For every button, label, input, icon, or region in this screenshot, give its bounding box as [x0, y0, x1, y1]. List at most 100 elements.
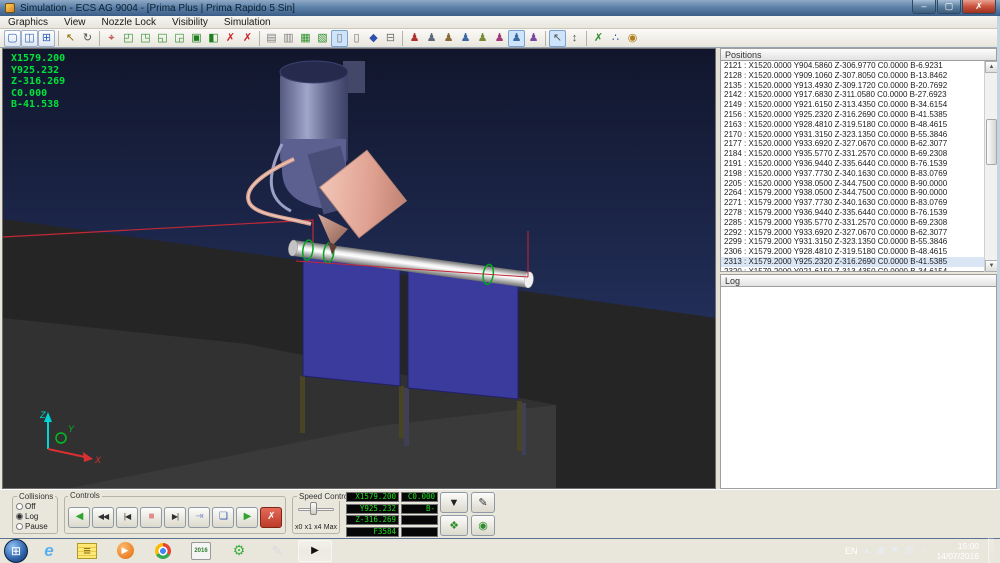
fast-rewind-button[interactable]: ◀◀: [92, 507, 114, 528]
pick-move-icon[interactable]: ↕: [566, 30, 583, 47]
abort-button[interactable]: ✗: [260, 507, 282, 528]
show-stock-icon[interactable]: ▧: [314, 30, 331, 47]
move-part-button[interactable]: ❖: [440, 515, 468, 536]
view-iso-icon[interactable]: ◧: [205, 30, 222, 47]
position-row[interactable]: 2320 : X1579.2000 Y921.6150 Z-313.4350 C…: [721, 267, 996, 272]
view-left-icon[interactable]: ◱: [154, 30, 171, 47]
machine-pose-config-icon[interactable]: ♟: [525, 30, 542, 47]
position-row[interactable]: 2299 : X1579.2000 Y931.3150 Z-323.1350 C…: [721, 237, 996, 247]
toolbar-separator[interactable]: [99, 31, 100, 46]
position-row[interactable]: 2285 : X1579.2000 Y935.5770 Z-331.2570 C…: [721, 218, 996, 228]
show-desktop-button[interactable]: [988, 538, 994, 563]
measure-icon[interactable]: ✗: [590, 30, 607, 47]
show-part-icon[interactable]: ▦: [297, 30, 314, 47]
collisions-log-radio[interactable]: Log: [16, 511, 55, 521]
position-row[interactable]: 2170 : X1520.0000 Y931.3150 Z-323.1350 C…: [721, 130, 996, 140]
toolbar-separator[interactable]: [586, 31, 587, 46]
play-reverse-button[interactable]: ◀: [68, 507, 90, 528]
scrollbar-thumb[interactable]: [986, 119, 997, 165]
clear-all-icon[interactable]: ✗: [239, 30, 256, 47]
orbit-view-icon[interactable]: ↻: [79, 30, 96, 47]
show-tube-icon[interactable]: ⊟: [382, 30, 399, 47]
position-row[interactable]: 2292 : X1579.2000 Y933.6920 Z-327.0670 C…: [721, 228, 996, 238]
position-row[interactable]: 2156 : X1520.0000 Y925.2320 Z-316.2690 C…: [721, 110, 996, 120]
machine-pose-load-icon[interactable]: ♟: [440, 30, 457, 47]
position-row[interactable]: 2271 : X1579.2000 Y937.7730 Z-340.1630 C…: [721, 198, 996, 208]
machine-pose-sim-icon[interactable]: ♟: [508, 30, 525, 47]
radio-dot-selected[interactable]: [16, 513, 23, 520]
toolbar-separator[interactable]: [58, 31, 59, 46]
positions-scrollbar[interactable]: ▲ ▼: [984, 61, 997, 272]
show-head-icon[interactable]: ▯: [348, 30, 365, 47]
menu-view[interactable]: View: [56, 16, 94, 28]
position-row[interactable]: 2278 : X1579.2000 Y936.9440 Z-335.6440 C…: [721, 208, 996, 218]
machine-pose-probe-icon[interactable]: ♟: [457, 30, 474, 47]
tray-grid-icon[interactable]: ▦: [875, 545, 886, 556]
minimize-button[interactable]: –: [912, 0, 936, 14]
position-row[interactable]: 2163 : X1520.0000 Y928.4810 Z-319.5180 C…: [721, 120, 996, 130]
clock[interactable]: 15:00 14/07/2016: [936, 541, 979, 561]
machine-pose-park-icon[interactable]: ♟: [423, 30, 440, 47]
position-row[interactable]: 2128 : X1520.0000 Y909.1060 Z-307.8050 C…: [721, 71, 996, 81]
marker-button[interactable]: ◉: [471, 515, 495, 536]
title-bar[interactable]: Simulation - ECS AG 9004 - [Prima Plus |…: [0, 0, 1000, 16]
taskbar-media-icon[interactable]: ▶: [108, 540, 142, 562]
hidden-icons-chevron[interactable]: ▴: [861, 545, 872, 556]
position-row[interactable]: 2135 : X1520.0000 Y913.4930 Z-309.1720 C…: [721, 81, 996, 91]
position-row[interactable]: 2177 : X1520.0000 Y933.6920 Z-327.0670 C…: [721, 139, 996, 149]
step-begin-button[interactable]: |◀: [116, 507, 138, 528]
menu-nozzle-lock[interactable]: Nozzle Lock: [94, 16, 164, 28]
position-row[interactable]: 2121 : X1520.0000 Y904.5860 Z-306.9770 C…: [721, 61, 996, 71]
viewport-3d[interactable]: X1579.200Y925.232Z-316.269C0.000B-41.538: [2, 48, 716, 489]
menu-simulation[interactable]: Simulation: [216, 16, 279, 28]
show-machine-icon[interactable]: ▤: [263, 30, 280, 47]
taskbar-simulator-icon[interactable]: ▶: [298, 540, 332, 562]
log-body[interactable]: [720, 287, 997, 489]
taskbar-chrome-icon[interactable]: [146, 540, 180, 562]
select-cursor-icon[interactable]: ↖: [62, 30, 79, 47]
lock-view-icon[interactable]: ◉: [624, 30, 641, 47]
path-points-icon[interactable]: ∴: [607, 30, 624, 47]
menu-visibility[interactable]: Visibility: [164, 16, 216, 28]
toolbar-separator[interactable]: [545, 31, 546, 46]
position-row[interactable]: 2198 : X1520.0000 Y937.7730 Z-340.1630 C…: [721, 169, 996, 179]
position-row[interactable]: 2142 : X1520.0000 Y917.6830 Z-311.0580 C…: [721, 90, 996, 100]
axes-origin-icon[interactable]: ⌖: [103, 30, 120, 47]
tray-volume-icon[interactable]: ♪: [917, 545, 928, 556]
radio-dot[interactable]: [16, 503, 23, 510]
machine-pose-home-icon[interactable]: ♟: [406, 30, 423, 47]
tray-flag-icon[interactable]: ⚑: [889, 545, 900, 556]
play-button[interactable]: ▶: [236, 507, 258, 528]
collisions-pause-radio[interactable]: Pause: [16, 521, 55, 531]
menu-graphics[interactable]: Graphics: [0, 16, 56, 28]
view-split-icon[interactable]: ◫: [21, 30, 38, 47]
positions-list[interactable]: 2121 : X1520.0000 Y904.5860 Z-306.9770 C…: [720, 61, 997, 272]
show-shield-icon[interactable]: ◆: [365, 30, 382, 47]
toolbar-separator[interactable]: [402, 31, 403, 46]
language-indicator[interactable]: EN: [845, 546, 858, 556]
tray-network-icon[interactable]: ▥: [903, 545, 914, 556]
view-right-icon[interactable]: ◲: [171, 30, 188, 47]
position-row[interactable]: 2205 : X1520.0000 Y938.0500 Z-344.7500 C…: [721, 179, 996, 189]
run-block-button[interactable]: ❏: [212, 507, 234, 528]
nozzle-view-button[interactable]: ▼: [440, 492, 468, 513]
run-to-cursor-button[interactable]: ⇥: [188, 507, 210, 528]
position-row[interactable]: 2149 : X1520.0000 Y921.6150 Z-313.4350 C…: [721, 100, 996, 110]
collisions-off-radio[interactable]: Off: [16, 501, 55, 511]
toolbar-separator[interactable]: [259, 31, 260, 46]
position-row[interactable]: 2264 : X1579.2000 Y938.0500 Z-344.7500 C…: [721, 188, 996, 198]
clear-trace-icon[interactable]: ✗: [222, 30, 239, 47]
view-top-icon[interactable]: ▣: [188, 30, 205, 47]
position-row[interactable]: 2313 : X1579.2000 Y925.2320 Z-316.2690 C…: [721, 257, 996, 267]
view-front-icon[interactable]: ◰: [120, 30, 137, 47]
step-end-button[interactable]: ▶|: [164, 507, 186, 528]
show-table-icon[interactable]: ▥: [280, 30, 297, 47]
machine-pose-pallet-icon[interactable]: ♟: [491, 30, 508, 47]
taskbar-cam-app-icon[interactable]: ⚙: [222, 540, 256, 562]
taskbar-paint-icon[interactable]: ✎: [260, 540, 294, 562]
view-back-icon[interactable]: ◳: [137, 30, 154, 47]
taskbar-ie-icon[interactable]: e: [32, 540, 66, 562]
maximize-button[interactable]: ▢: [937, 0, 961, 14]
position-row[interactable]: 2306 : X1579.2000 Y928.4810 Z-319.5180 C…: [721, 247, 996, 257]
close-button[interactable]: ✗: [962, 0, 996, 14]
